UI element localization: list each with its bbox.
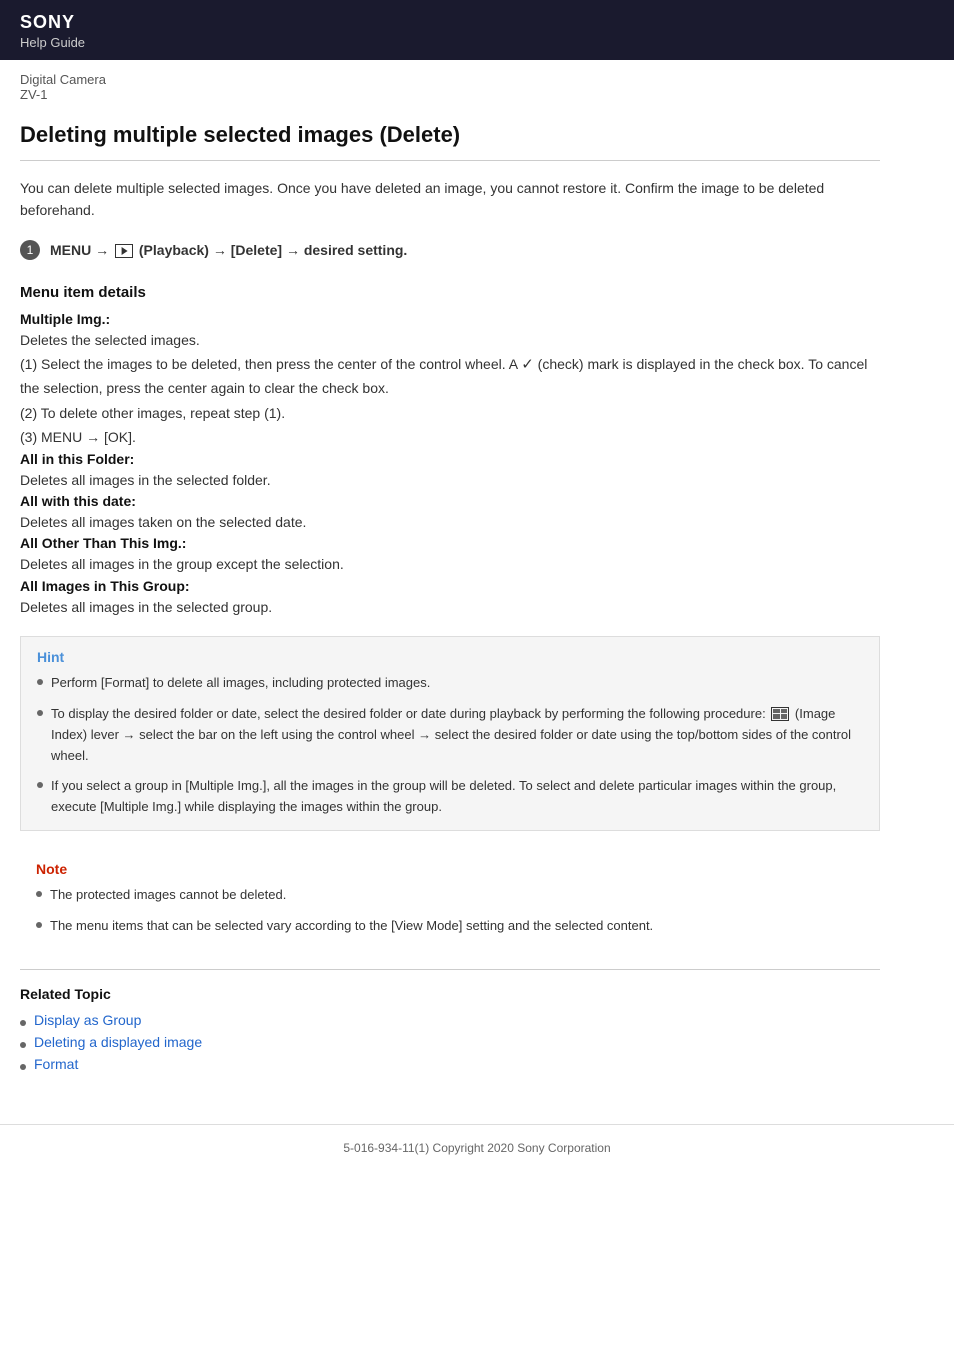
playback-icon — [115, 244, 133, 258]
main-content: Deleting multiple selected images (Delet… — [0, 102, 900, 1114]
menu-item-multiple-img: Multiple Img.: Deletes the selected imag… — [20, 311, 880, 449]
checkmark-icon: ✓ — [521, 353, 534, 377]
note-text-1: The menu items that can be selected vary… — [50, 916, 653, 937]
bullet-dot — [36, 922, 42, 928]
related-link-2[interactable]: Format — [34, 1056, 78, 1072]
image-index-icon — [771, 707, 789, 721]
menu-item-all-group: All Images in This Group: Deletes all im… — [20, 578, 880, 618]
note-list: The protected images cannot be deleted. … — [36, 885, 864, 937]
sony-logo: SONY — [20, 12, 934, 33]
menu-item-all-other: All Other Than This Img.: Deletes all im… — [20, 535, 880, 575]
hint-text-1: To display the desired folder or date, s… — [51, 704, 863, 766]
menu-item-desc-2-0: Deletes all images taken on the selected… — [20, 511, 880, 533]
hint-list: Perform [Format] to delete all images, i… — [37, 673, 863, 818]
hint-item-2: If you select a group in [Multiple Img.]… — [37, 776, 863, 818]
footer-text: 5-016-934-11(1) Copyright 2020 Sony Corp… — [343, 1141, 610, 1155]
related-link-0[interactable]: Display as Group — [34, 1012, 141, 1028]
note-box: Note The protected images cannot be dele… — [20, 849, 880, 949]
related-topic-heading: Related Topic — [20, 986, 880, 1002]
related-item-2[interactable]: Format — [20, 1056, 880, 1072]
bullet-dot — [20, 1064, 26, 1070]
menu-item-desc-0-1: (1) Select the images to be deleted, the… — [20, 353, 880, 400]
menu-item-title-3: All Other Than This Img.: — [20, 535, 880, 551]
related-item-0[interactable]: Display as Group — [20, 1012, 880, 1028]
footer: 5-016-934-11(1) Copyright 2020 Sony Corp… — [0, 1124, 954, 1171]
step-playback-label: (Playback) — [139, 242, 209, 258]
menu-item-desc-0-3: (3) MENU → [OK]. — [20, 426, 880, 448]
hint-item-0: Perform [Format] to delete all images, i… — [37, 673, 863, 694]
menu-items-heading: Menu item details — [20, 284, 880, 301]
bullet-dot — [37, 679, 43, 685]
help-guide-label: Help Guide — [20, 35, 934, 50]
step-number: 1 — [20, 240, 40, 260]
hint-item-1: To display the desired folder or date, s… — [37, 704, 863, 766]
bullet-dot — [20, 1020, 26, 1026]
header: SONY Help Guide — [0, 0, 954, 60]
note-item-1: The menu items that can be selected vary… — [36, 916, 864, 937]
step-instruction: MENU → (Playback) → [Delete] → desired s… — [50, 242, 407, 258]
breadcrumb: Digital Camera ZV-1 — [0, 60, 954, 102]
bullet-dot — [37, 710, 43, 716]
intro-text: You can delete multiple selected images.… — [20, 177, 880, 222]
menu-item-title-4: All Images in This Group: — [20, 578, 880, 594]
menu-item-title-0: Multiple Img.: — [20, 311, 880, 327]
step-menu-text: MENU → — [50, 242, 113, 258]
menu-item-desc-3-0: Deletes all images in the group except t… — [20, 553, 880, 575]
device-model: ZV-1 — [20, 87, 47, 102]
menu-item-title-1: All in this Folder: — [20, 451, 880, 467]
menu-item-desc-0-0: Deletes the selected images. — [20, 329, 880, 351]
related-topic-list: Display as Group Deleting a displayed im… — [20, 1012, 880, 1072]
hint-text-0: Perform [Format] to delete all images, i… — [51, 673, 430, 694]
related-link-1[interactable]: Deleting a displayed image — [34, 1034, 202, 1050]
menu-item-desc-0-2: (2) To delete other images, repeat step … — [20, 402, 880, 424]
note-item-0: The protected images cannot be deleted. — [36, 885, 864, 906]
note-title: Note — [36, 861, 864, 877]
bullet-dot — [36, 891, 42, 897]
menu-item-desc-4-0: Deletes all images in the selected group… — [20, 596, 880, 618]
menu-item-desc-1-0: Deletes all images in the selected folde… — [20, 469, 880, 491]
page-title: Deleting multiple selected images (Delet… — [20, 122, 880, 161]
menu-item-all-folder: All in this Folder: Deletes all images i… — [20, 451, 880, 491]
device-type: Digital Camera — [20, 72, 934, 87]
bullet-dot — [20, 1042, 26, 1048]
hint-box: Hint Perform [Format] to delete all imag… — [20, 636, 880, 831]
related-topic-section: Related Topic Display as Group Deleting … — [20, 969, 880, 1094]
step-arrow: → [Delete] → desired setting. — [213, 242, 407, 258]
hint-text-2: If you select a group in [Multiple Img.]… — [51, 776, 863, 818]
menu-items-section: Menu item details Multiple Img.: Deletes… — [20, 284, 880, 618]
bullet-dot — [37, 782, 43, 788]
menu-item-title-2: All with this date: — [20, 493, 880, 509]
step-1: 1 MENU → (Playback) → [Delete] → desired… — [20, 240, 880, 260]
menu-item-all-date: All with this date: Deletes all images t… — [20, 493, 880, 533]
related-item-1[interactable]: Deleting a displayed image — [20, 1034, 880, 1050]
hint-title: Hint — [37, 649, 863, 665]
note-text-0: The protected images cannot be deleted. — [50, 885, 286, 906]
